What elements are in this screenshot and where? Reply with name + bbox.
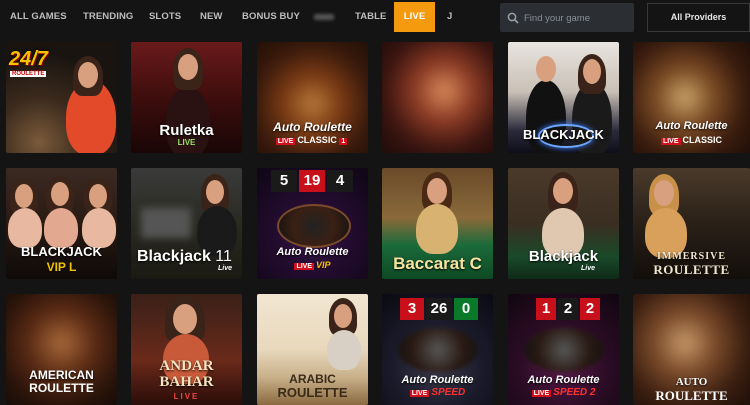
game-tile-ruletka-live[interactable]: Ruletka LIVE xyxy=(131,42,242,153)
tab-blurred[interactable] xyxy=(314,14,334,20)
game-title: Auto Roulette xyxy=(401,374,474,386)
game-title: Blackjack 11 xyxy=(137,248,232,265)
game-tile-blackjack-vip-l[interactable]: BLACKJACK VIP L xyxy=(6,168,117,279)
tab-trending[interactable]: TRENDING xyxy=(83,0,133,34)
search-icon xyxy=(507,12,519,24)
game-tile-auto-roulette-classic[interactable]: Auto Roulette LIVE CLASSIC xyxy=(633,42,750,153)
game-title: ANDAR xyxy=(159,358,214,374)
game-tile-blackjack-11-live[interactable]: Blackjack 11 Live xyxy=(131,168,242,279)
game-title: Auto Roulette xyxy=(655,120,728,132)
tab-j[interactable]: J xyxy=(447,0,452,34)
search-box[interactable] xyxy=(500,3,634,34)
game-tile-auto-roulette[interactable]: AUTO ROULETTE xyxy=(633,294,750,405)
tab-bonus-buy[interactable]: BONUS BUY xyxy=(242,0,300,34)
game-title: Baccarat C xyxy=(393,254,482,273)
tab-slots[interactable]: SLOTS xyxy=(149,0,181,34)
search-input[interactable] xyxy=(522,3,632,34)
game-title: IMMERSIVE xyxy=(656,251,726,262)
game-tile-auto-roulette-vip[interactable]: 5 19 4 Auto Roulette LIVE VIP xyxy=(257,168,368,279)
game-tile-baccarat-c[interactable]: Baccarat C xyxy=(382,168,493,279)
game-tile-blackjack-live[interactable]: Blackjack Live xyxy=(508,168,619,279)
game-tile-auto-roulette-classic-1[interactable]: Auto Roulette LIVE CLASSIC 1 xyxy=(257,42,368,153)
game-tile-247-roulette[interactable]: 24/7 ROULETTE xyxy=(6,42,117,153)
game-title: BLACKJACK xyxy=(21,244,102,259)
game-title: Blackjack xyxy=(528,248,599,265)
game-title: Auto Roulette xyxy=(273,120,352,134)
game-tile-arabic-roulette[interactable]: ARABIC ROULETTE xyxy=(257,294,368,405)
game-tile-auto-roulette-speed[interactable]: 3 26 0 Auto Roulette LIVE SPEED xyxy=(382,294,493,405)
top-navigation: ALL GAMES TRENDING SLOTS NEW BONUS BUY T… xyxy=(0,0,750,36)
game-tile-blurred[interactable] xyxy=(382,42,493,153)
game-title: BLACKJACK xyxy=(523,127,604,142)
game-title: AMERICAN xyxy=(29,368,94,382)
game-tile-blackjack[interactable]: BLACKJACK xyxy=(508,42,619,153)
game-title: Auto Roulette xyxy=(527,374,600,386)
game-tile-immersive-roulette[interactable]: IMMERSIVE ROULETTE xyxy=(633,168,750,279)
game-tile-american-roulette[interactable]: AMERICAN ROULETTE xyxy=(6,294,117,405)
game-logo-247: 24/7 xyxy=(9,48,48,70)
game-title: AUTO xyxy=(675,376,708,388)
providers-dropdown[interactable]: All Providers xyxy=(647,3,750,32)
game-tile-auto-roulette-speed-2[interactable]: 1 2 2 Auto Roulette LIVE SPEED 2 xyxy=(508,294,619,405)
tab-table[interactable]: TABLE xyxy=(355,0,386,34)
game-title: Auto Roulette xyxy=(276,246,349,258)
tab-live[interactable]: LIVE xyxy=(394,2,435,32)
game-title: Ruletka xyxy=(159,122,214,139)
tab-new[interactable]: NEW xyxy=(200,0,222,34)
game-title: ARABIC xyxy=(289,372,336,386)
tab-all-games[interactable]: ALL GAMES xyxy=(10,0,67,34)
game-tile-andar-bahar-live[interactable]: ANDAR BAHAR LIVE xyxy=(131,294,242,405)
